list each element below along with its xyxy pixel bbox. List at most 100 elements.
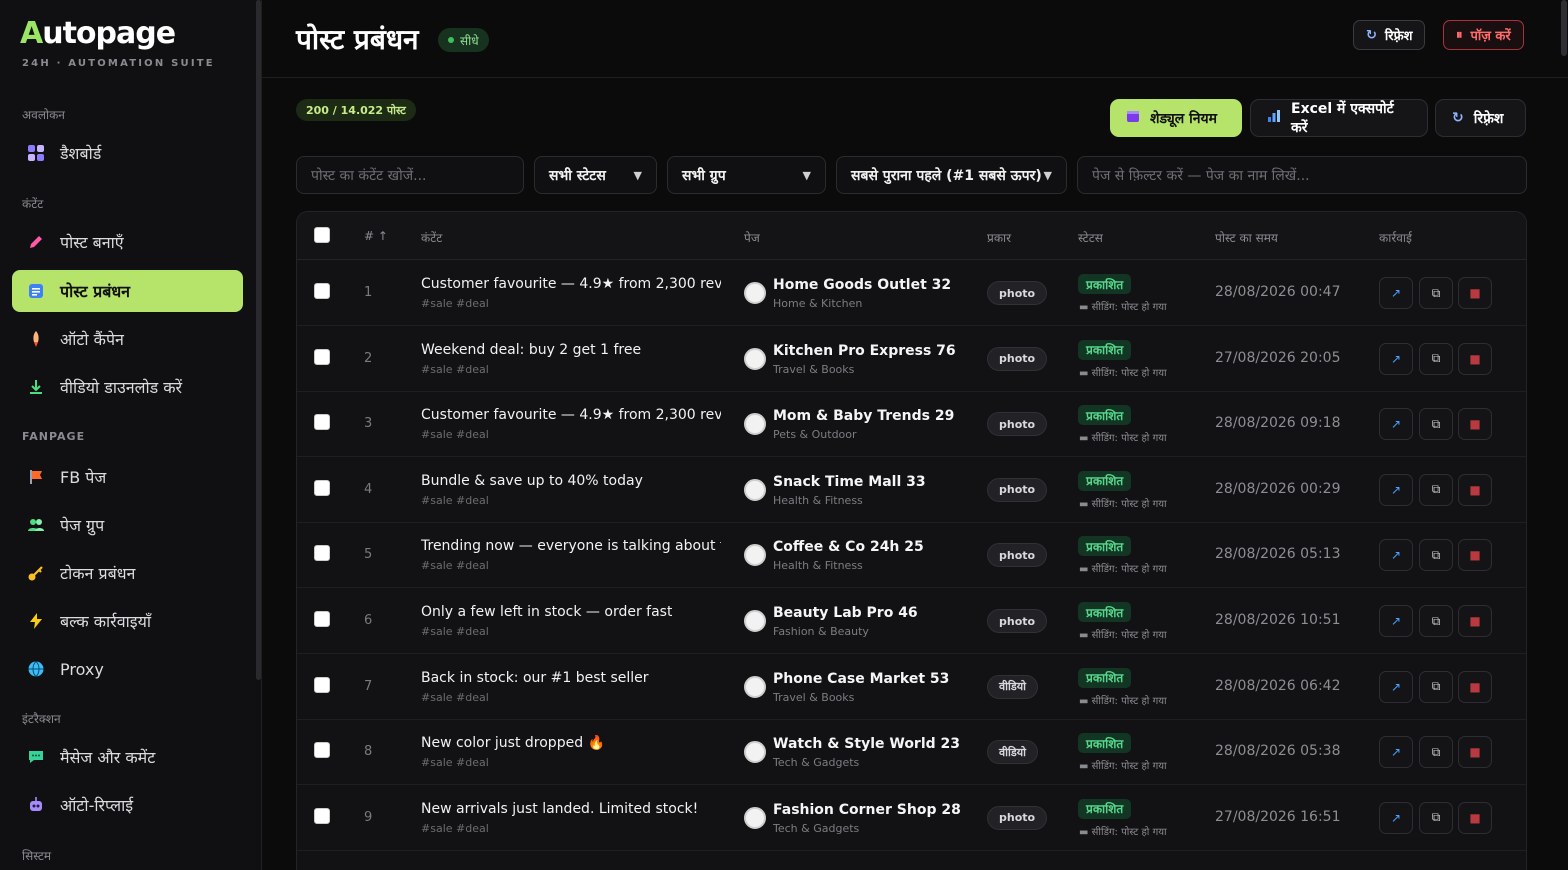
- row-number: 9: [364, 809, 373, 825]
- app-logo[interactable]: Autopage: [20, 16, 176, 51]
- row-checkbox[interactable]: [314, 742, 330, 759]
- table-row[interactable]: 3 Customer favourite — 4.9★ from 2,300 re…: [297, 391, 1526, 458]
- post-content[interactable]: Trending now — everyone is talking about…: [421, 538, 721, 554]
- sort-select[interactable]: सबसे पुराना पहले (#1 सबसे ऊपर) ▼: [836, 156, 1067, 194]
- delete-post-button[interactable]: ■: [1458, 670, 1492, 703]
- open-post-button[interactable]: ↗: [1379, 736, 1413, 769]
- open-post-button[interactable]: ↗: [1379, 605, 1413, 637]
- table-row[interactable]: 4 Bundle & save up to 40% today #sale #dea…: [297, 457, 1526, 523]
- post-content[interactable]: Only a few left in stock — order fast: [421, 604, 672, 620]
- group-select[interactable]: सभी ग्रुप ▼: [667, 156, 826, 194]
- delete-post-button[interactable]: ■: [1458, 801, 1492, 834]
- table-row[interactable]: 2 Weekend deal: buy 2 get 1 free #sale #de…: [297, 326, 1526, 392]
- col-number[interactable]: # ↑: [364, 229, 388, 243]
- post-content[interactable]: New color just dropped 🔥: [421, 735, 605, 751]
- table-row[interactable]: 5 Trending now — everyone is talking abou…: [297, 522, 1526, 589]
- sidebar-item-create-post[interactable]: पोस्ट बनाएँ: [12, 221, 243, 263]
- post-content[interactable]: Back in stock: our #1 best seller: [421, 670, 649, 686]
- post-content[interactable]: Weekend deal: buy 2 get 1 free: [421, 342, 641, 358]
- table-row[interactable]: 8 New color just dropped 🔥 #sale #deal Watc…: [297, 719, 1526, 786]
- open-post-button[interactable]: ↗: [1379, 277, 1413, 309]
- sidebar-scrollbar[interactable]: [256, 0, 261, 680]
- section-fanpage: FANPAGE: [22, 430, 86, 443]
- sidebar-item-proxy[interactable]: Proxy: [12, 648, 243, 690]
- page-name[interactable]: Fashion Corner Shop 28: [773, 802, 961, 818]
- page-name[interactable]: Snack Time Mall 33: [773, 474, 926, 490]
- duplicate-post-button[interactable]: ⧉: [1419, 605, 1453, 637]
- row-checkbox[interactable]: [314, 545, 330, 562]
- page-name[interactable]: Beauty Lab Pro 46: [773, 605, 918, 621]
- delete-post-button[interactable]: ■: [1458, 473, 1492, 506]
- delete-post-button[interactable]: ■: [1458, 408, 1492, 441]
- page-name[interactable]: Watch & Style World 23: [773, 736, 960, 752]
- trash-icon: ■: [1469, 614, 1481, 628]
- content-search-input[interactable]: पोस्ट का कंटेंट खोजें...: [296, 156, 524, 194]
- table-row[interactable]: 7 Back in stock: our #1 best seller #sale …: [297, 654, 1526, 720]
- delete-post-button[interactable]: ■: [1458, 539, 1492, 572]
- open-post-button[interactable]: ↗: [1379, 801, 1413, 834]
- pause-button[interactable]: ⏸ पॉज़ करें: [1443, 20, 1524, 50]
- duplicate-post-button[interactable]: ⧉: [1419, 277, 1453, 309]
- sidebar-item-fb-pages[interactable]: FB पेज: [12, 456, 243, 498]
- page-filter-input[interactable]: पेज से फ़िल्टर करें — पेज का नाम लिखें..…: [1077, 156, 1527, 194]
- row-checkbox[interactable]: [314, 283, 330, 299]
- sidebar-item-auto-reply[interactable]: ऑटो-रिप्लाई: [12, 784, 243, 826]
- duplicate-post-button[interactable]: ⧉: [1419, 342, 1453, 375]
- row-checkbox[interactable]: [314, 676, 330, 693]
- page-name[interactable]: Home Goods Outlet 32: [773, 277, 951, 293]
- sidebar-item-bulk-actions[interactable]: बल्क कार्रवाइयाँ: [12, 600, 243, 642]
- open-post-button[interactable]: ↗: [1379, 670, 1413, 703]
- delete-post-button[interactable]: ■: [1458, 605, 1492, 637]
- page-title: पोस्ट प्रबंधन: [296, 23, 419, 56]
- table-row[interactable]: 9 New arrivals just landed. Limited stock…: [297, 785, 1526, 851]
- post-content[interactable]: Customer favourite — 4.9★ from 2,300 rev…: [421, 276, 721, 292]
- duplicate-post-button[interactable]: ⧉: [1419, 473, 1453, 506]
- document-icon: [26, 281, 46, 301]
- post-content[interactable]: Customer favourite — 4.9★ from 2,300 rev…: [421, 407, 721, 423]
- page-scrollbar[interactable]: [1561, 0, 1567, 56]
- row-checkbox[interactable]: [314, 611, 330, 627]
- sidebar-item-label: ऑटो-रिप्लाई: [60, 796, 134, 815]
- row-checkbox[interactable]: [314, 348, 330, 365]
- open-post-button[interactable]: ↗: [1379, 473, 1413, 506]
- delete-post-button[interactable]: ■: [1458, 342, 1492, 375]
- post-content[interactable]: New arrivals just landed. Limited stock!: [421, 801, 698, 817]
- table-row[interactable]: 6 Only a few left in stock — order fast #s…: [297, 588, 1526, 654]
- duplicate-post-button[interactable]: ⧉: [1419, 408, 1453, 441]
- sidebar-item-video-download[interactable]: वीडियो डाउनलोड करें: [12, 366, 243, 408]
- table-row[interactable]: 1 Customer favourite — 4.9★ from 2,300 re…: [297, 260, 1526, 326]
- duplicate-post-button[interactable]: ⧉: [1419, 539, 1453, 572]
- open-post-button[interactable]: ↗: [1379, 539, 1413, 572]
- row-checkbox[interactable]: [314, 479, 330, 496]
- row-checkbox[interactable]: [314, 807, 330, 824]
- toolbar-refresh-button[interactable]: ↻ रिफ़्रेश: [1435, 99, 1526, 137]
- open-post-button[interactable]: ↗: [1379, 342, 1413, 375]
- status-select[interactable]: सभी स्टेटस ▼: [534, 156, 657, 194]
- page-name[interactable]: Coffee & Co 24h 25: [773, 539, 924, 555]
- schedule-rules-button[interactable]: शेड्यूल नियम: [1110, 99, 1242, 137]
- sidebar-item-dashboard[interactable]: डैशबोर्ड: [12, 132, 243, 174]
- sidebar-item-token-management[interactable]: टोकन प्रबंधन: [12, 552, 243, 594]
- post-content[interactable]: Bundle & save up to 40% today: [421, 473, 643, 489]
- page-name[interactable]: Kitchen Pro Express 76: [773, 343, 956, 359]
- open-post-button[interactable]: ↗: [1379, 408, 1413, 441]
- row-number: 5: [364, 547, 373, 563]
- copy-icon: ⧉: [1431, 547, 1441, 562]
- sidebar-item-auto-campaign[interactable]: ऑटो कैंपेन: [12, 318, 243, 360]
- sidebar-item-messages-comments[interactable]: मैसेज और कमेंट: [12, 736, 243, 778]
- delete-post-button[interactable]: ■: [1458, 736, 1492, 769]
- page-name[interactable]: Phone Case Market 53: [773, 671, 949, 687]
- external-link-icon: ↗: [1390, 548, 1402, 563]
- sidebar-item-page-groups[interactable]: पेज ग्रुप: [12, 504, 243, 546]
- seeding-status: ▬ सीडिंग: पोस्ट हो गया: [1079, 367, 1167, 379]
- select-all-checkbox[interactable]: [314, 227, 330, 243]
- export-excel-button[interactable]: Excel में एक्सपोर्ट करें: [1250, 99, 1428, 137]
- page-name[interactable]: Mom & Baby Trends 29: [773, 408, 954, 424]
- duplicate-post-button[interactable]: ⧉: [1419, 670, 1453, 703]
- row-checkbox[interactable]: [314, 414, 330, 431]
- duplicate-post-button[interactable]: ⧉: [1419, 736, 1453, 769]
- sidebar-item-post-management[interactable]: पोस्ट प्रबंधन: [12, 270, 243, 312]
- header-refresh-button[interactable]: ↻ रिफ़्रेश: [1353, 20, 1426, 50]
- duplicate-post-button[interactable]: ⧉: [1419, 801, 1453, 834]
- delete-post-button[interactable]: ■: [1458, 277, 1492, 309]
